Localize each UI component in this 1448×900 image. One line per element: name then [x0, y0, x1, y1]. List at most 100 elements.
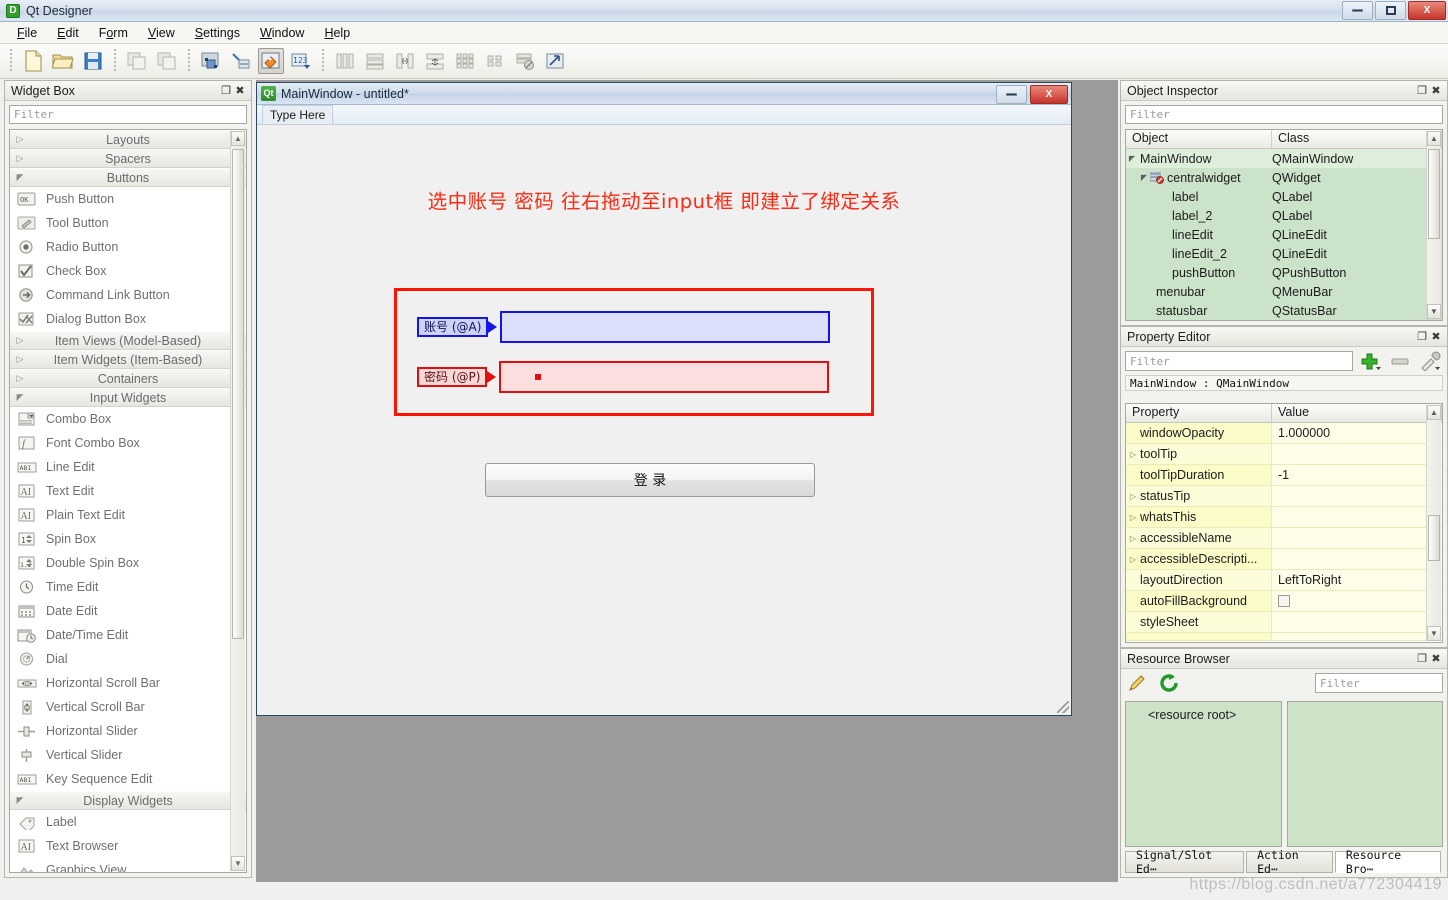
menu-form[interactable]: Form [90, 23, 137, 43]
tab-action-editor[interactable]: Action Ed⋯ [1246, 848, 1333, 876]
widget-item-line-edit[interactable]: ABI Line Edit [10, 455, 246, 479]
edit-tab-order-icon[interactable]: 123 [288, 48, 314, 74]
tab-resource-browser[interactable]: Resource Bro⋯ [1334, 848, 1441, 876]
property-value[interactable] [1272, 612, 1442, 632]
line-edit-password[interactable] [499, 361, 830, 393]
widget-item-text-browser[interactable]: AI Text Browser [10, 834, 246, 858]
table-row[interactable]: toolTipDuration -1 [1126, 465, 1442, 486]
widget-item-vertical-slider[interactable]: Vertical Slider [10, 743, 246, 767]
line-edit-account[interactable] [500, 311, 831, 343]
resource-tree-pane[interactable]: <resource root> [1125, 701, 1282, 847]
property-value[interactable] [1272, 444, 1442, 464]
edit-widgets-icon[interactable] [198, 48, 224, 74]
table-row[interactable]: windowOpacity 1.000000 [1126, 423, 1442, 444]
table-row[interactable]: menubar QMenuBar [1126, 282, 1442, 301]
object-inspector-filter-input[interactable]: Filter [1125, 105, 1443, 124]
resource-preview-pane[interactable] [1286, 701, 1443, 847]
scrollbar-thumb[interactable] [1428, 515, 1440, 561]
close-icon[interactable]: ✖ [1429, 652, 1443, 666]
widget-item-date-time-edit[interactable]: Date/Time Edit [10, 623, 246, 647]
edit-resources-icon[interactable] [1125, 672, 1151, 694]
reload-icon[interactable] [1157, 672, 1183, 694]
property-editor-scrollbar[interactable]: ▲ ▼ [1426, 405, 1441, 641]
new-form-icon[interactable] [20, 48, 46, 74]
design-canvas[interactable]: Qt MainWindow - untitled* X Type Here 选中… [256, 80, 1118, 882]
resource-browser-filter-input[interactable]: Filter [1315, 673, 1443, 693]
table-row[interactable]: ▷ statusTip [1126, 486, 1442, 507]
table-row[interactable]: styleSheet [1126, 612, 1442, 633]
label-password[interactable]: 密码 (@P) [417, 367, 488, 387]
table-row[interactable]: ▷ whatsThis [1126, 507, 1442, 528]
widget-item-combo-box[interactable]: Combo Box [10, 407, 246, 431]
layout-splitter-h-icon[interactable] [392, 48, 418, 74]
chevron-down-icon[interactable]: ◤ [1126, 154, 1138, 163]
form-window[interactable]: Qt MainWindow - untitled* X Type Here 选中… [256, 82, 1072, 716]
widget-item-plain-text-edit[interactable]: AI Plain Text Edit [10, 503, 246, 527]
menu-file[interactable]: File [8, 23, 46, 43]
chevron-down-icon[interactable]: ◤ [1138, 173, 1150, 182]
break-layout-icon[interactable] [512, 48, 538, 74]
layout-grid-icon[interactable] [452, 48, 478, 74]
label-account[interactable]: 账号 (@A) [417, 317, 489, 337]
widget-item-check-box[interactable]: Check Box [10, 259, 246, 283]
widget-item-horizontal-scroll-bar[interactable]: Horizontal Scroll Bar [10, 671, 246, 695]
widget-category-input-widgets[interactable]: ◤ Input Widgets [10, 388, 246, 407]
scroll-up-icon[interactable]: ▲ [1427, 131, 1441, 146]
table-row[interactable]: label_2 QLabel [1126, 206, 1442, 225]
widget-item-date-edit[interactable]: Date Edit [10, 599, 246, 623]
configure-icon[interactable] [1417, 350, 1443, 372]
layout-vertically-icon[interactable] [362, 48, 388, 74]
edit-signals-slots-icon[interactable] [228, 48, 254, 74]
property-value[interactable] [1272, 507, 1442, 527]
redo-icon[interactable] [154, 48, 180, 74]
widget-item-dial[interactable]: Dial [10, 647, 246, 671]
property-value[interactable]: 1.000000 [1272, 423, 1442, 443]
autofill-background-checkbox[interactable] [1278, 595, 1290, 607]
property-value[interactable] [1272, 486, 1442, 506]
widget-box-scrollbar[interactable]: ▲ ▼ [230, 131, 245, 871]
type-here-placeholder[interactable]: Type Here [262, 104, 334, 125]
property-editor-filter-input[interactable]: Filter [1125, 351, 1353, 371]
table-row[interactable]: label QLabel [1126, 187, 1442, 206]
widget-category-item-widgets[interactable]: ▷ Item Widgets (Item-Based) [10, 350, 246, 369]
widget-category-spacers[interactable]: ▷ Spacers [10, 149, 246, 168]
widget-category-containers[interactable]: ▷ Containers [10, 369, 246, 388]
adjust-size-icon[interactable] [542, 48, 568, 74]
chevron-right-icon[interactable]: ▷ [1126, 555, 1140, 564]
chevron-right-icon[interactable]: ▷ [1126, 492, 1140, 501]
widget-item-dialog-button-box[interactable]: Dialog Button Box [10, 307, 246, 331]
scroll-up-icon[interactable]: ▲ [231, 131, 245, 146]
maximize-button[interactable] [1375, 1, 1406, 20]
chevron-right-icon[interactable]: ▷ [1126, 534, 1140, 543]
widget-item-vertical-scroll-bar[interactable]: Vertical Scroll Bar [10, 695, 246, 719]
close-icon[interactable]: ✖ [1429, 84, 1443, 98]
float-icon[interactable]: ❐ [1415, 84, 1429, 98]
widget-item-time-edit[interactable]: Time Edit [10, 575, 246, 599]
close-button[interactable]: X [1408, 1, 1446, 20]
form-central-widget[interactable]: 选中账号 密码 往右拖动至input框 即建立了绑定关系 账号 (@A) 密码 … [257, 125, 1071, 715]
property-value[interactable] [1272, 528, 1442, 548]
widget-item-text-edit[interactable]: AI Text Edit [10, 479, 246, 503]
widget-category-item-views[interactable]: ▷ Item Views (Model-Based) [10, 331, 246, 350]
table-row[interactable]: lineEdit_2 QLineEdit [1126, 244, 1442, 263]
widget-category-buttons[interactable]: ◤ Buttons [10, 168, 246, 187]
widget-category-display-widgets[interactable]: ◤ Display Widgets [10, 791, 246, 810]
scroll-down-icon[interactable]: ▼ [1427, 304, 1441, 319]
widget-item-key-sequence-edit[interactable]: ABI Key Sequence Edit [10, 767, 246, 791]
scrollbar-thumb[interactable] [1428, 149, 1440, 239]
scroll-up-icon[interactable]: ▲ [1427, 405, 1441, 420]
object-inspector-tree[interactable]: Object Class ◤ MainWindow QMainWindow ◤ c… [1125, 129, 1443, 321]
layout-splitter-v-icon[interactable] [422, 48, 448, 74]
table-row[interactable]: ◤ MainWindow QMainWindow [1126, 149, 1442, 168]
table-row[interactable]: lineEdit QLineEdit [1126, 225, 1442, 244]
float-icon[interactable]: ❐ [1415, 652, 1429, 666]
table-row[interactable]: autoFillBackground [1126, 591, 1442, 612]
widget-item-radio-button[interactable]: Radio Button [10, 235, 246, 259]
property-editor-table[interactable]: Property Value windowOpacity 1.000000 ▷ t… [1125, 403, 1443, 643]
close-icon[interactable]: ✖ [1429, 330, 1443, 344]
menu-help[interactable]: Help [315, 23, 359, 43]
layout-form-icon[interactable] [482, 48, 508, 74]
table-row[interactable]: ▷ accessibleName [1126, 528, 1442, 549]
open-form-icon[interactable] [50, 48, 76, 74]
form-close-button[interactable]: X [1030, 85, 1068, 104]
